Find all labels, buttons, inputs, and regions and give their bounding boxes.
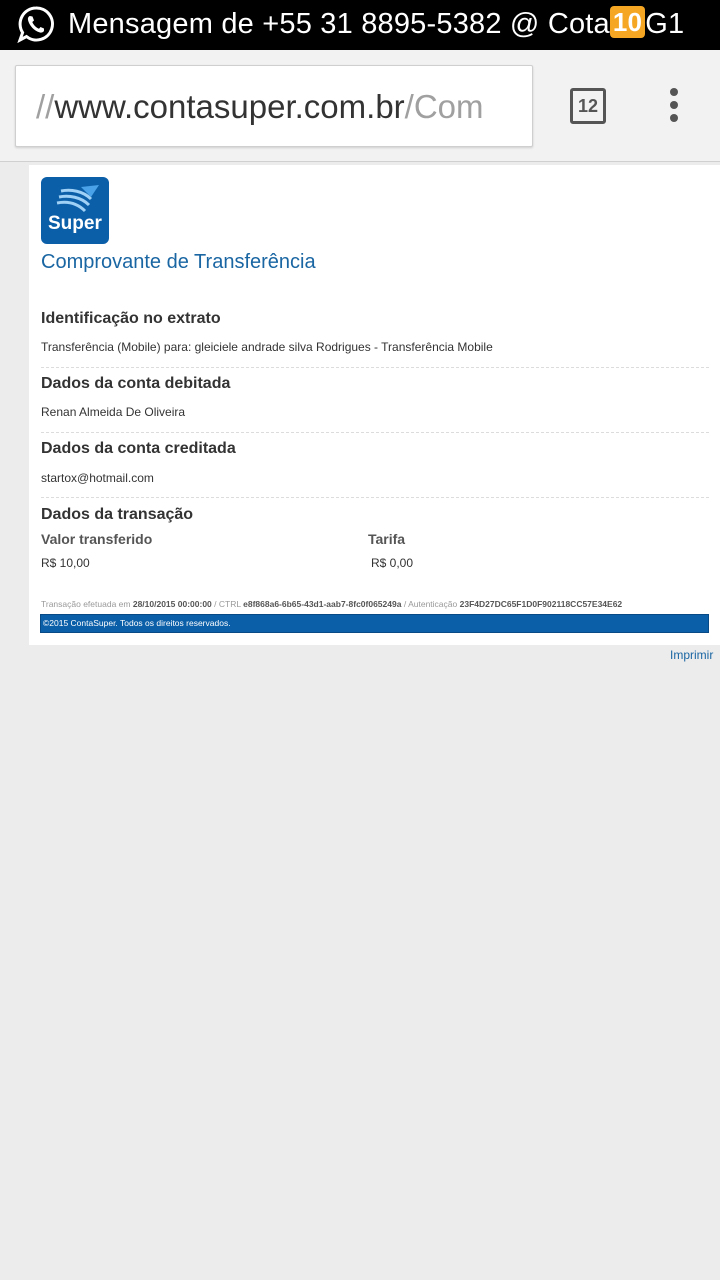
valor-value: R$ 10,00 <box>41 556 90 570</box>
receipt-page: Super Comprovante de Transferência Ident… <box>29 165 720 645</box>
section-heading-transacao: Dados da transação <box>41 506 194 523</box>
overflow-menu-icon[interactable] <box>662 88 686 124</box>
url-bar[interactable]: //www.contasuper.com.br/Com <box>15 65 533 147</box>
transaction-footer: Transação efetuada em 28/10/2015 00:00:0… <box>41 599 623 609</box>
valor-label: Valor transferido <box>41 531 153 547</box>
section-heading-debitada: Dados da conta debitada <box>41 375 231 392</box>
browser-toolbar: //www.contasuper.com.br/Com 12 <box>0 50 720 162</box>
section-heading-identificacao: Identificação no extrato <box>41 310 221 327</box>
whatsapp-icon <box>17 6 54 43</box>
section-heading-creditada: Dados da conta creditada <box>41 440 236 457</box>
notification-text: Mensagem de +55 31 8895-5382 @ Cota 10 G1 <box>68 6 685 40</box>
emoji-10-badge: 10 <box>609 6 646 38</box>
print-link[interactable]: Imprimir <box>670 648 713 662</box>
tarifa-label: Tarifa <box>368 531 406 547</box>
section-text-creditada: startox@hotmail.com <box>41 471 154 485</box>
section-text-identificacao: Transferência (Mobile) para: gleiciele a… <box>41 340 493 354</box>
divider <box>41 367 709 368</box>
copyright-bar: ©2015 ContaSuper. Todos os direitos rese… <box>40 614 709 633</box>
section-text-debitada: Renan Almeida De Oliveira <box>41 405 186 419</box>
divider <box>41 497 709 498</box>
super-logo: Super <box>41 177 109 244</box>
page-title: Comprovante de Transferência <box>41 251 316 273</box>
divider <box>41 432 709 433</box>
tarifa-value: R$ 0,00 <box>371 556 414 570</box>
tab-switcher-button[interactable]: 12 <box>570 88 606 124</box>
notification-bar[interactable]: Mensagem de +55 31 8895-5382 @ Cota 10 G1 <box>0 0 720 50</box>
